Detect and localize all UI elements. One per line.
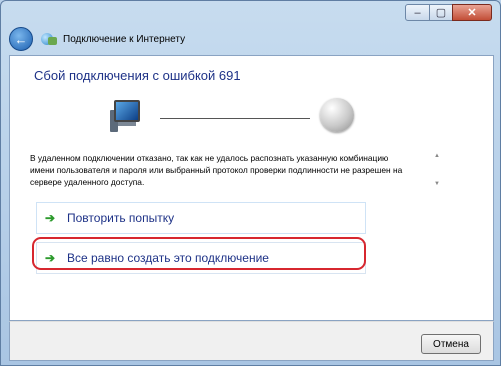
connection-line [160,118,310,119]
red-highlight-outline [32,237,366,270]
page-title: Сбой подключения с ошибкой 691 [34,68,241,83]
dialog-footer: Отмена [9,321,494,361]
content-panel: Сбой подключения с ошибкой 691 В удаленн… [9,55,494,321]
minimize-button[interactable]: – [405,4,430,21]
retry-label: Повторить попытку [67,211,175,225]
network-connection-icon [41,31,57,47]
back-button[interactable]: ← [9,27,33,51]
dialog-window: – ▢ ✕ ← Подключение к Интернету Сбой под… [0,0,501,366]
scroll-up-icon[interactable]: ▲ [432,152,442,160]
title-row: ← Подключение к Интернету [9,27,185,51]
close-button[interactable]: ✕ [452,4,492,21]
green-arrow-icon: ➔ [45,211,56,225]
globe-icon [320,98,354,132]
retry-command-link[interactable]: ➔ Повторить попытку [36,202,366,234]
connection-illustration [102,92,362,142]
message-scrollbar[interactable]: ▲ ▼ [432,152,442,188]
back-arrow-icon: ← [14,31,28,47]
caption-buttons: – ▢ ✕ [405,4,492,21]
cancel-button[interactable]: Отмена [421,334,481,354]
error-message: В удаленном подключении отказано, так ка… [30,153,403,187]
scroll-down-icon[interactable]: ▼ [432,180,442,188]
window-title: Подключение к Интернету [63,33,186,45]
maximize-button[interactable]: ▢ [429,4,453,21]
computer-icon [110,100,140,132]
